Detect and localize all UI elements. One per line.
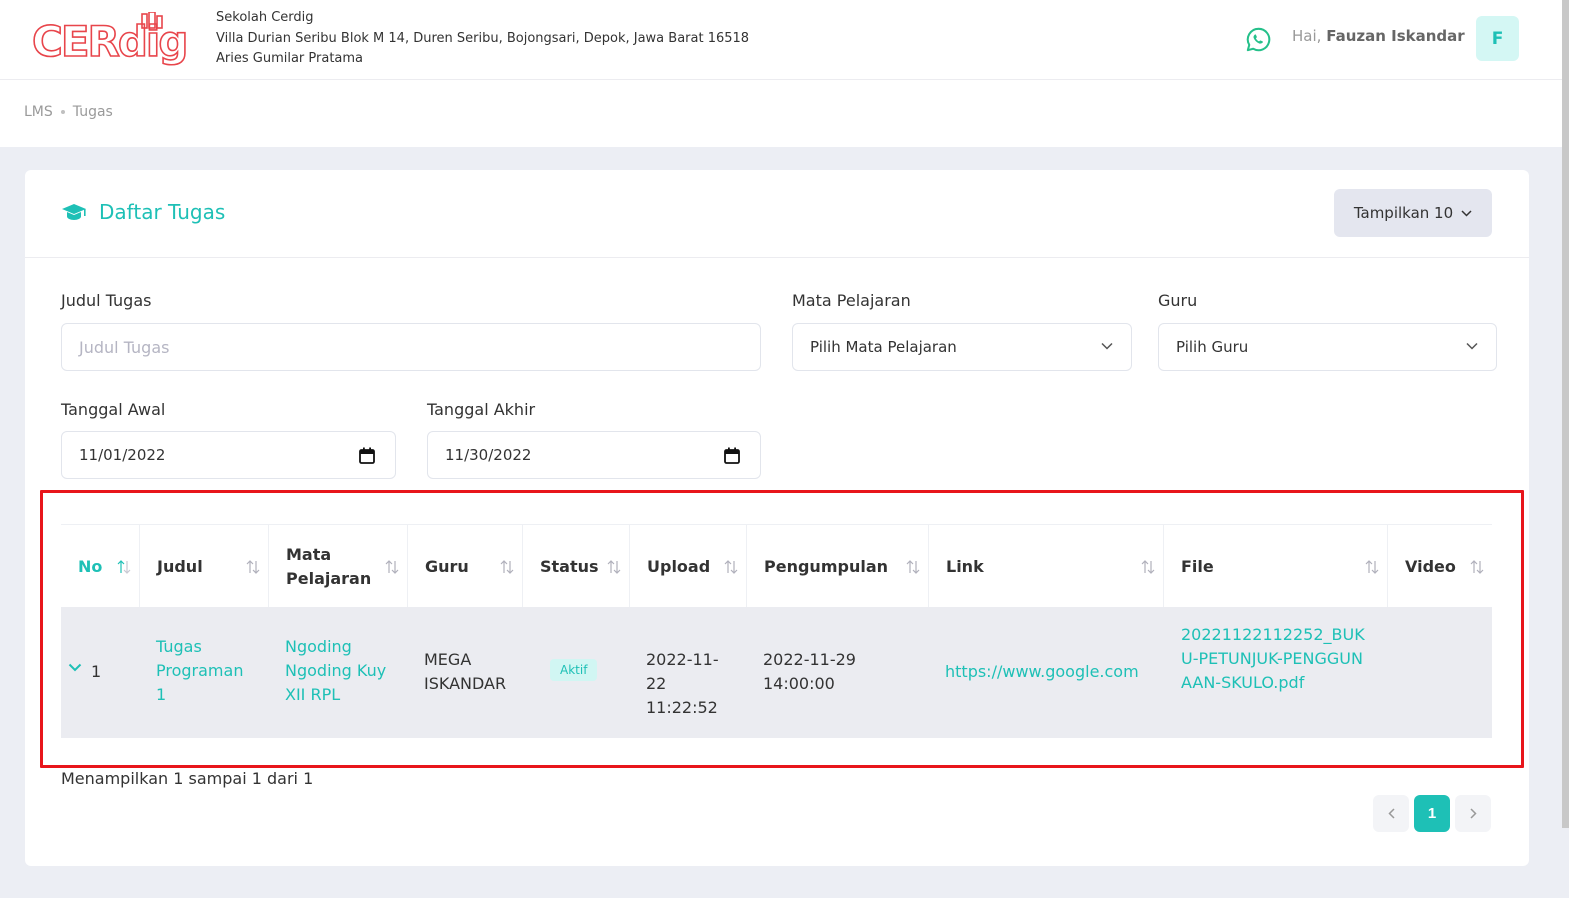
school-name: Sekolah Cerdig [216, 10, 314, 25]
judul-label: Judul Tugas [61, 291, 152, 310]
user-name: Fauzan Iskandar [1326, 27, 1465, 45]
next-page-button[interactable] [1455, 795, 1491, 832]
calendar-icon[interactable] [724, 447, 740, 464]
tanggal-awal-label: Tanggal Awal [61, 400, 166, 419]
card-title-text: Daftar Tugas [99, 200, 226, 224]
tanggal-awal-value: 11/01/2022 [79, 446, 166, 464]
mapel-label: Mata Pelajaran [792, 291, 911, 310]
school-principal: Aries Gumilar Pratama [216, 51, 364, 66]
user-greeting: Hai, Fauzan Iskandar [1292, 27, 1465, 45]
chevron-left-icon [1387, 808, 1395, 819]
top-header: CERdig Sekolah Cerdig Villa Durian Serib… [0, 0, 1569, 80]
svg-text:CERdig: CERdig [32, 17, 186, 66]
greeting-text: Hai, [1292, 27, 1322, 45]
breadcrumb: LMS Tugas [24, 104, 113, 120]
mapel-select[interactable]: Pilih Mata Pelajaran [792, 323, 1132, 371]
guru-label: Guru [1158, 291, 1198, 310]
breadcrumb-tugas: Tugas [72, 104, 113, 120]
school-address: Villa Durian Seribu Blok M 14, Duren Ser… [216, 30, 750, 46]
chevron-down-icon [1466, 342, 1478, 350]
school-info: Sekolah Cerdig Villa Durian Seribu Blok … [216, 8, 749, 70]
guru-select-value: Pilih Guru [1176, 338, 1249, 356]
avatar[interactable]: F [1476, 16, 1519, 61]
graduation-cap-icon [62, 204, 86, 220]
prev-page-button[interactable] [1373, 795, 1409, 832]
chevron-down-icon [1461, 209, 1472, 217]
breadcrumb-lms[interactable]: LMS [24, 104, 53, 120]
chevron-down-icon [1101, 342, 1113, 350]
show-entries-dropdown[interactable]: Tampilkan 10 [1334, 189, 1492, 237]
mapel-select-value: Pilih Mata Pelajaran [810, 338, 957, 356]
cerdig-logo[interactable]: CERdig [32, 12, 200, 68]
tanggal-akhir-label: Tanggal Akhir [427, 400, 536, 419]
judul-input[interactable]: Judul Tugas [61, 323, 761, 371]
card-header: Daftar Tugas Tampilkan 10 [25, 170, 1529, 258]
highlight-box [40, 490, 1524, 768]
show-entries-label: Tampilkan 10 [1353, 204, 1454, 222]
pagination-info: Menampilkan 1 sampai 1 dari 1 [61, 769, 314, 788]
page-1-button[interactable]: 1 [1414, 795, 1450, 832]
card-title: Daftar Tugas [61, 200, 225, 224]
chevron-right-icon [1469, 808, 1477, 819]
guru-select[interactable]: Pilih Guru [1158, 323, 1497, 371]
breadcrumb-bar: LMS Tugas [0, 80, 1569, 147]
tanggal-awal-input[interactable]: 11/01/2022 [61, 431, 396, 479]
page-scrollbar[interactable] [1562, 0, 1569, 828]
tanggal-akhir-value: 11/30/2022 [445, 446, 532, 464]
calendar-icon[interactable] [359, 447, 375, 464]
whatsapp-icon[interactable] [1245, 26, 1272, 53]
breadcrumb-separator [60, 110, 65, 114]
tanggal-akhir-input[interactable]: 11/30/2022 [427, 431, 761, 479]
